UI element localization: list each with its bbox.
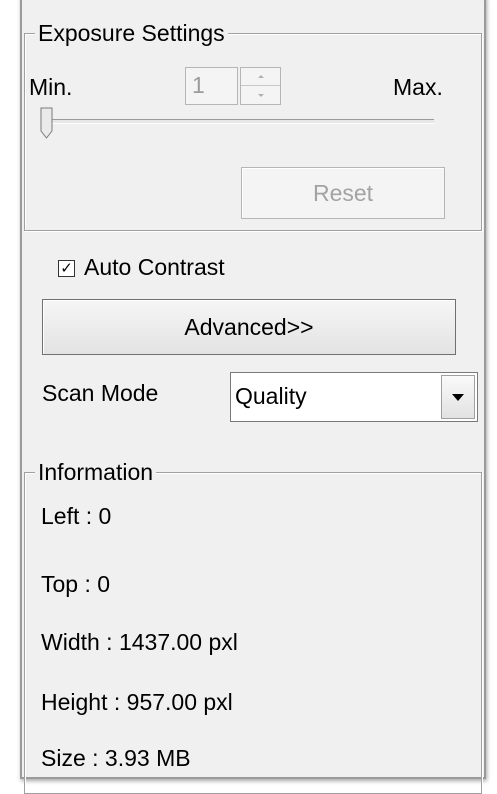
advanced-button-label: Advanced>> (184, 313, 314, 340)
exposure-slider-thumb[interactable] (40, 107, 54, 139)
arrow-up-icon (257, 74, 264, 78)
min-label: Min. (29, 74, 73, 100)
scan-mode-label: Scan Mode (42, 380, 159, 406)
dropdown-button[interactable] (441, 375, 475, 419)
reset-button-label: Reset (312, 179, 374, 206)
exposure-slider-track[interactable] (47, 119, 434, 124)
information-title: Information (35, 459, 157, 485)
exposure-value: 1 (192, 72, 205, 98)
max-label: Max. (393, 74, 443, 100)
exposure-value-input[interactable]: 1 (185, 67, 238, 105)
information-group: Information Left : 0 Top : 0 Width : 143… (24, 459, 482, 794)
auto-contrast-label[interactable]: Auto Contrast (84, 254, 225, 280)
spin-down-button[interactable] (241, 86, 280, 104)
advanced-button[interactable]: Advanced>> (42, 299, 456, 355)
exposure-settings-title: Exposure Settings (35, 20, 228, 46)
settings-panel: Exposure Settings Min. Max. 1 Reset ✓ Au… (20, 0, 486, 794)
auto-contrast-checkbox[interactable]: ✓ (58, 260, 75, 277)
scan-mode-select[interactable]: Quality (230, 372, 478, 422)
reset-button[interactable]: Reset (241, 167, 445, 219)
info-left: Left : 0 (41, 503, 112, 529)
exposure-settings-group: Exposure Settings Min. Max. 1 Reset (24, 20, 482, 231)
info-height: Height : 957.00 pxl (41, 689, 233, 715)
info-top: Top : 0 (41, 571, 111, 597)
check-icon: ✓ (60, 260, 73, 277)
scan-mode-value: Quality (235, 383, 307, 409)
info-width: Width : 1437.00 pxl (41, 629, 238, 655)
info-size: Size : 3.93 MB (41, 745, 191, 771)
chevron-down-icon (452, 394, 464, 401)
exposure-spinner[interactable] (240, 67, 281, 105)
arrow-down-icon (257, 94, 264, 97)
spin-up-button[interactable] (241, 68, 280, 86)
